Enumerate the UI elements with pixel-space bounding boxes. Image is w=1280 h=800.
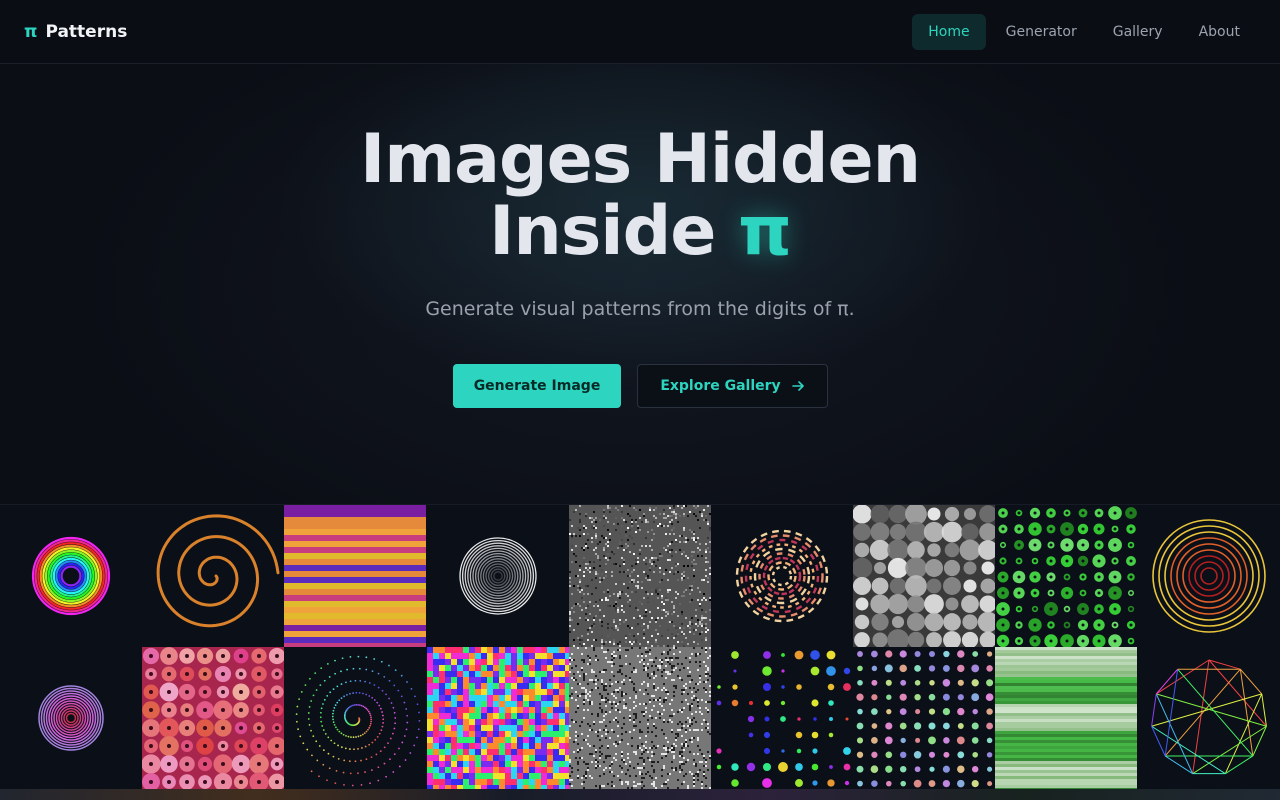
gallery-tile-bw-noise[interactable]	[568, 647, 711, 789]
nav-link-about[interactable]: About	[1183, 14, 1256, 50]
gallery-tile-gold-red-rings[interactable]	[1138, 505, 1280, 647]
gallery-tile-lavender-disc[interactable]	[0, 647, 142, 789]
hero-actions: Generate Image Explore Gallery	[453, 364, 828, 408]
hero-subtitle: Generate visual patterns from the digits…	[425, 298, 855, 320]
gallery-tile-green-dot-grid[interactable]	[995, 505, 1138, 647]
gallery-tile-horizontal-stripes[interactable]	[284, 505, 427, 647]
nav-links: Home Generator Gallery About	[912, 14, 1256, 50]
pixel-grid-icon	[426, 647, 569, 789]
hero-title-line2: Inside	[489, 192, 716, 271]
gallery-tile-rainbow-polygon[interactable]	[1138, 647, 1280, 789]
gallery-tile-dashed-rings[interactable]	[711, 505, 853, 647]
gallery-tile-green-bands[interactable]	[995, 647, 1138, 789]
polygon-icon	[1150, 659, 1267, 775]
blur-grid-icon	[853, 505, 996, 647]
top-navigation: π Patterns Home Generator Gallery About	[0, 0, 1280, 64]
rainbow-rings-icon	[31, 536, 111, 616]
nav-link-gallery[interactable]: Gallery	[1097, 14, 1179, 50]
gallery-tile-pastel-dot-grid[interactable]	[853, 647, 995, 789]
gallery-tile-orange-spiral[interactable]	[142, 505, 284, 647]
disc-icon	[38, 685, 104, 751]
gallery-tile-color-dots-dark[interactable]	[711, 647, 853, 789]
nav-link-generator[interactable]: Generator	[990, 14, 1093, 50]
explore-gallery-label: Explore Gallery	[660, 378, 781, 394]
gallery-next-row-preview	[0, 789, 1280, 800]
hero-title-line1: Images Hidden	[359, 120, 921, 199]
blob-grid-icon	[142, 647, 285, 789]
pi-logo-icon: π	[24, 22, 38, 42]
gallery-tile-white-rings[interactable]	[427, 505, 569, 647]
gallery-tile-gray-blur-grid[interactable]	[853, 505, 996, 647]
rings-icon	[1151, 519, 1266, 633]
gallery-tile-rainbow-rings[interactable]	[0, 505, 142, 647]
spiral-icon	[156, 514, 280, 628]
dashed-rings-icon	[735, 529, 829, 623]
dot-grid-icon	[996, 506, 1138, 647]
stripes-icon	[284, 505, 427, 647]
brand-logo[interactable]: π Patterns	[24, 20, 127, 44]
generate-image-button[interactable]: Generate Image	[453, 364, 621, 408]
gallery-tile-gray-noise[interactable]	[568, 505, 711, 647]
hero-pi-symbol: π	[738, 192, 792, 271]
dotted-spiral-icon	[296, 655, 421, 787]
dot-grid-icon	[856, 650, 994, 788]
brand-name: Patterns	[45, 22, 128, 42]
gallery-preview-strip	[0, 504, 1280, 800]
gallery-tile-color-pixels[interactable]	[426, 647, 569, 789]
dots-icon	[716, 650, 851, 788]
concentric-rings-icon	[458, 537, 537, 615]
arrow-right-icon	[791, 381, 804, 391]
noise-icon	[568, 505, 711, 647]
nav-link-home[interactable]: Home	[912, 14, 986, 50]
explore-gallery-button[interactable]: Explore Gallery	[637, 364, 828, 408]
gallery-tile-dotted-spiral[interactable]	[284, 647, 426, 789]
noise-icon	[568, 647, 711, 789]
bands-icon	[995, 647, 1138, 789]
hero-title: Images Hidden Inside π	[0, 124, 1280, 268]
gallery-tile-pink-blob-grid[interactable]	[142, 647, 285, 789]
